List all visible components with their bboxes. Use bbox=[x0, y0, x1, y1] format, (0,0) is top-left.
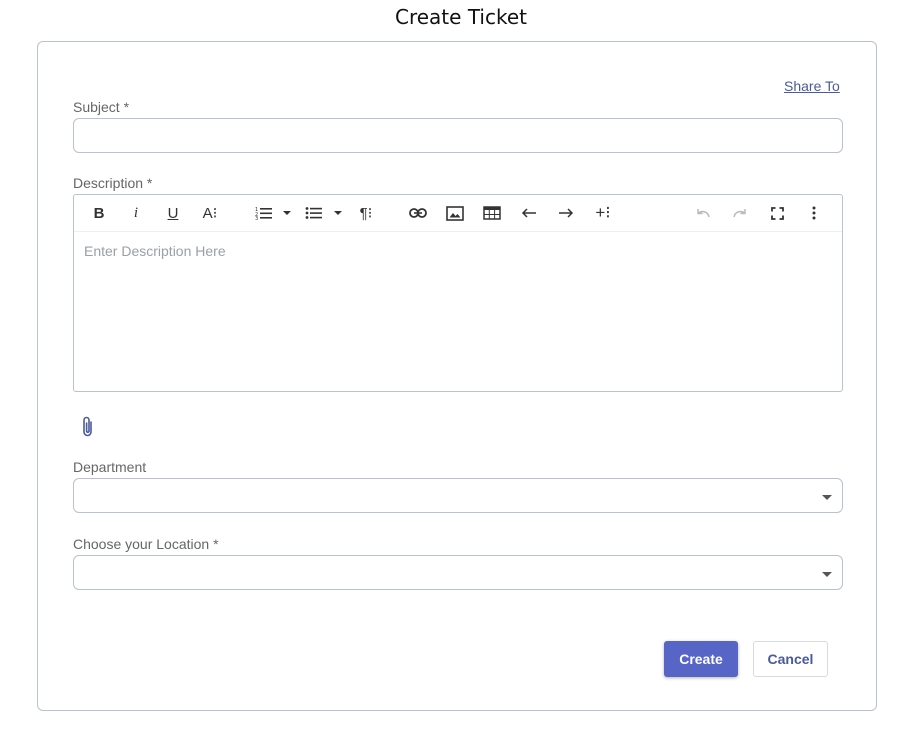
underline-icon[interactable]: U bbox=[161, 202, 185, 224]
page-title: Create Ticket bbox=[395, 5, 527, 29]
undo-icon[interactable] bbox=[691, 202, 715, 224]
link-icon[interactable] bbox=[406, 202, 430, 224]
paragraph-format-icon[interactable]: ¶⁝ bbox=[354, 202, 378, 224]
indent-icon[interactable] bbox=[554, 202, 578, 224]
cancel-button[interactable]: Cancel bbox=[753, 641, 828, 677]
description-label: Description * bbox=[73, 175, 153, 191]
outdent-icon[interactable] bbox=[517, 202, 541, 224]
paperclip-icon[interactable] bbox=[78, 415, 98, 439]
department-label: Department bbox=[73, 459, 147, 475]
italic-icon[interactable]: i bbox=[124, 202, 148, 224]
image-icon[interactable] bbox=[443, 202, 467, 224]
fullscreen-icon[interactable] bbox=[765, 202, 789, 224]
editor-toolbar: B i U A⁝ 123 ¶⁝ +⁝ bbox=[74, 195, 842, 232]
chevron-down-icon bbox=[822, 495, 832, 500]
redo-icon[interactable] bbox=[728, 202, 752, 224]
font-size-icon[interactable]: A⁝ bbox=[198, 202, 222, 224]
unordered-list-dropdown-icon[interactable] bbox=[331, 202, 345, 224]
description-editor[interactable]: B i U A⁝ 123 ¶⁝ +⁝ Enter Description Her… bbox=[73, 194, 843, 392]
location-label: Choose your Location * bbox=[73, 536, 219, 552]
department-select[interactable] bbox=[73, 478, 843, 513]
location-select[interactable] bbox=[73, 555, 843, 590]
svg-text:3: 3 bbox=[255, 216, 258, 220]
description-placeholder: Enter Description Here bbox=[84, 243, 226, 259]
insert-more-icon[interactable]: +⁝ bbox=[591, 202, 615, 224]
unordered-list-icon[interactable] bbox=[302, 202, 326, 224]
table-icon[interactable] bbox=[480, 202, 504, 224]
ordered-list-icon[interactable]: 123 bbox=[252, 202, 276, 224]
chevron-down-icon bbox=[822, 572, 832, 577]
share-to-link[interactable]: Share To bbox=[784, 78, 840, 94]
more-icon[interactable] bbox=[802, 202, 826, 224]
ordered-list-dropdown-icon[interactable] bbox=[280, 202, 294, 224]
subject-input[interactable] bbox=[73, 118, 843, 153]
bold-icon[interactable]: B bbox=[87, 202, 111, 224]
create-button[interactable]: Create bbox=[664, 641, 738, 677]
subject-label: Subject * bbox=[73, 99, 130, 115]
